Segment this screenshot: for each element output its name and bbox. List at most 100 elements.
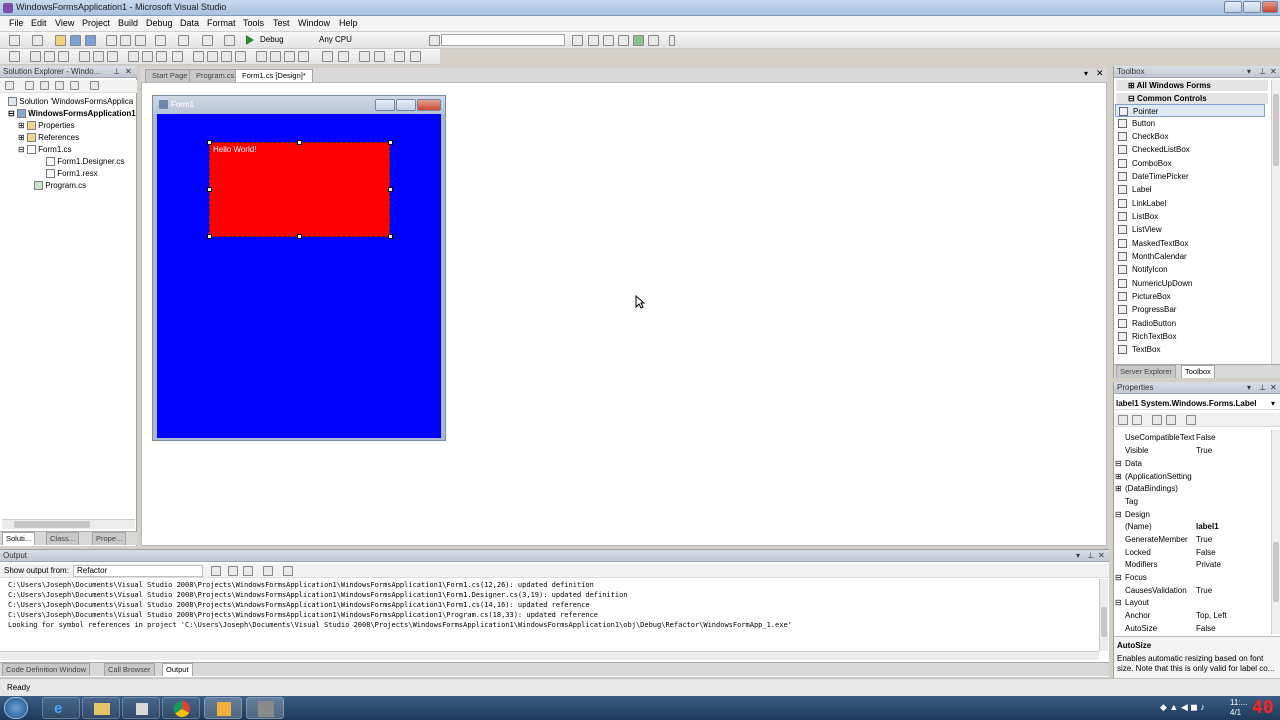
alphabetical-icon[interactable]: [1132, 415, 1142, 425]
taskbar-app-icon[interactable]: [246, 697, 284, 719]
expand-icon[interactable]: ⊟: [1115, 510, 1122, 519]
command-window-icon[interactable]: [648, 35, 659, 46]
scrollbar-thumb[interactable]: [14, 521, 90, 528]
navigate-forward-icon[interactable]: [224, 35, 235, 46]
expand-icon[interactable]: ⊟: [1115, 598, 1122, 607]
tab-class-view[interactable]: Class...: [46, 532, 80, 545]
pin-icon[interactable]: ⊥: [1087, 550, 1094, 562]
property-value[interactable]: True: [1196, 535, 1212, 544]
scrollbar-thumb[interactable]: [1273, 542, 1279, 602]
tab-call-browser[interactable]: Call Browser: [104, 663, 155, 676]
properties-scrollbar[interactable]: [1271, 430, 1280, 634]
redo-icon[interactable]: [178, 35, 189, 46]
toggle-word-wrap-icon[interactable]: [283, 566, 293, 576]
h-spacing-decrease-icon[interactable]: [221, 51, 232, 62]
object-selector-dropdown[interactable]: label1 System.Windows.Forms.Label ▾: [1115, 397, 1279, 410]
menu-build[interactable]: Build: [118, 18, 138, 28]
properties-view-icon[interactable]: [1152, 415, 1162, 425]
close-panel-icon[interactable]: ✕: [125, 66, 132, 78]
resize-handle-nw[interactable]: [207, 140, 212, 145]
property-value[interactable]: True: [1196, 446, 1212, 455]
find-message-icon[interactable]: [211, 566, 221, 576]
output-horizontal-scrollbar[interactable]: [0, 651, 1099, 660]
tab-solution-explorer[interactable]: Soluti...: [2, 532, 36, 545]
taskbar-media-player-icon[interactable]: [122, 697, 160, 719]
solution-explorer-icon[interactable]: [572, 35, 583, 46]
toolbox-item-listbox[interactable]: ListBox: [1115, 210, 1265, 223]
tab-output[interactable]: Output: [162, 663, 193, 676]
tab-program-cs[interactable]: Program.cs: [189, 69, 242, 82]
toolbar-options-icon[interactable]: [669, 35, 675, 46]
tree-item-solution[interactable]: Solution 'WindowsFormsApplica: [8, 97, 133, 107]
tab-order-icon[interactable]: [410, 51, 421, 62]
close-button[interactable]: [1262, 1, 1278, 13]
center-vertically-icon[interactable]: [338, 51, 349, 62]
toolbox-item-numericupdown[interactable]: NumericUpDown: [1115, 277, 1265, 290]
tab-properties-manager[interactable]: Prope...: [92, 532, 127, 545]
navigate-back-icon[interactable]: [202, 35, 213, 46]
tree-item-form1-resx[interactable]: Form1.resx: [46, 169, 98, 179]
property-value[interactable]: Private: [1196, 560, 1221, 569]
send-to-back-icon[interactable]: [374, 51, 385, 62]
toolbox-item-button[interactable]: Button: [1115, 117, 1265, 130]
toolbox-item-richtextbox[interactable]: RichTextBox: [1115, 330, 1265, 343]
resize-handle-sw[interactable]: [207, 234, 212, 239]
solution-configuration-dropdown[interactable]: Debug: [256, 34, 312, 46]
go-to-next-icon[interactable]: [243, 566, 253, 576]
toolbox-item-picturebox[interactable]: PictureBox: [1115, 290, 1265, 303]
new-project-icon[interactable]: [9, 35, 20, 46]
start-debugging-icon[interactable]: [246, 35, 254, 45]
taskbar-ie-icon[interactable]: e: [42, 697, 80, 719]
property-value[interactable]: False: [1196, 433, 1216, 442]
toolbox-group-all[interactable]: ⊞ All Windows Forms: [1116, 80, 1268, 91]
toolbox-item-textbox[interactable]: TextBox: [1115, 343, 1265, 356]
tab-form1-design[interactable]: Form1.cs [Design]*: [235, 69, 313, 82]
expand-icon[interactable]: ⊞: [1115, 472, 1122, 481]
menu-edit[interactable]: Edit: [31, 18, 47, 28]
menu-window[interactable]: Window: [298, 18, 330, 28]
property-value[interactable]: True: [1196, 586, 1212, 595]
pin-icon[interactable]: ⊥: [113, 66, 120, 78]
undo-icon[interactable]: [155, 35, 166, 46]
maximize-button[interactable]: [1243, 1, 1261, 13]
lock-controls-icon[interactable]: [394, 51, 405, 62]
menu-format[interactable]: Format: [207, 18, 236, 28]
menu-tools[interactable]: Tools: [243, 18, 264, 28]
toolbox-item-checkedlistbox[interactable]: CheckedListBox: [1115, 143, 1265, 156]
taskbar-explorer-icon[interactable]: [82, 697, 120, 719]
start-button[interactable]: [4, 697, 28, 719]
property-value[interactable]: False: [1196, 624, 1216, 633]
expand-icon[interactable]: ⊞: [1115, 484, 1122, 493]
menu-debug[interactable]: Debug: [146, 18, 173, 28]
toolbox-item-linklabel[interactable]: LinkLabel: [1115, 197, 1265, 210]
tree-item-form1[interactable]: ⊟ Form1.cs: [18, 145, 72, 155]
resize-handle-e[interactable]: [388, 187, 393, 192]
add-item-icon[interactable]: [32, 35, 43, 46]
size-to-grid-icon[interactable]: [156, 51, 167, 62]
make-same-width-icon[interactable]: [128, 51, 139, 62]
toolbox-item-radiobutton[interactable]: RadioButton: [1115, 317, 1265, 330]
horizontal-scrollbar[interactable]: [2, 519, 135, 529]
property-value[interactable]: Top, Left: [1196, 611, 1227, 620]
expand-icon[interactable]: ⊟: [1115, 573, 1122, 582]
copy-icon[interactable]: [120, 35, 131, 46]
properties-window-icon[interactable]: [588, 35, 599, 46]
close-panel-icon[interactable]: ✕: [1270, 382, 1277, 394]
tree-item-program[interactable]: Program.cs: [34, 181, 86, 191]
align-centers-icon[interactable]: [44, 51, 55, 62]
make-same-size-icon[interactable]: [172, 51, 183, 62]
property-pages-icon[interactable]: [1186, 415, 1196, 425]
refresh-icon[interactable]: [40, 81, 49, 90]
minimize-button[interactable]: [1224, 1, 1242, 13]
v-spacing-decrease-icon[interactable]: [284, 51, 295, 62]
toolbox-item-notifyicon[interactable]: NotifyIcon: [1115, 263, 1265, 276]
scrollbar-thumb[interactable]: [1273, 94, 1279, 166]
v-spacing-equal-icon[interactable]: [256, 51, 267, 62]
toolbox-icon[interactable]: [618, 35, 629, 46]
tab-toolbox[interactable]: Toolbox: [1181, 365, 1215, 378]
tree-item-form1-designer[interactable]: Form1.Designer.cs: [46, 157, 124, 167]
v-spacing-remove-icon[interactable]: [298, 51, 309, 62]
find-icon[interactable]: [429, 35, 440, 46]
pin-icon[interactable]: ⊥: [1259, 66, 1266, 78]
tree-item-references[interactable]: ⊞ References: [18, 133, 79, 143]
